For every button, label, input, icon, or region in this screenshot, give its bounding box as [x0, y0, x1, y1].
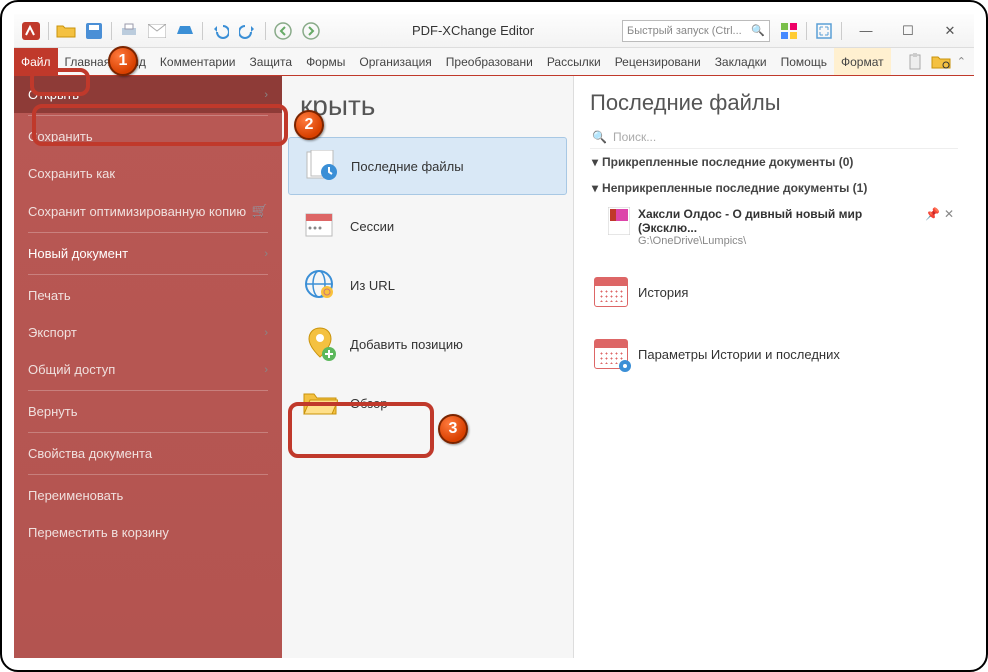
recent-file-name: Хаксли Олдос - О дивный новый мир (Экскл…	[638, 207, 917, 235]
cart-icon: 🛒	[252, 203, 268, 219]
file-menu-revert[interactable]: Вернуть	[14, 393, 282, 430]
print-icon[interactable]	[116, 18, 142, 44]
fullscreen-icon[interactable]	[811, 18, 837, 44]
file-menu-recycle[interactable]: Переместить в корзину	[14, 514, 282, 551]
add-place-icon	[302, 326, 338, 362]
title-bar: PDF-XChange Editor Быстрый запуск (Ctrl.…	[14, 14, 974, 48]
file-menu-sidebar: Открыть› Сохранить Сохранить как Сохрани…	[14, 76, 282, 658]
annotation-marker-2: 2	[294, 110, 324, 140]
open-panel: крыть Последние файлы Сессии Из URL Доба…	[282, 76, 574, 658]
forward-icon[interactable]	[298, 18, 324, 44]
collapse-ribbon-icon[interactable]: ⌃	[957, 55, 966, 68]
tab-bookmarks[interactable]: Закладки	[708, 48, 774, 75]
redo-icon[interactable]	[235, 18, 261, 44]
history-action[interactable]: История	[590, 269, 958, 315]
remove-icon[interactable]: ✕	[944, 207, 954, 221]
open-folder-icon[interactable]	[53, 18, 79, 44]
tab-comments[interactable]: Комментарии	[153, 48, 243, 75]
open-recent-files[interactable]: Последние файлы	[288, 137, 567, 195]
tab-mailings[interactable]: Рассылки	[540, 48, 608, 75]
open-recent-label: Последние файлы	[351, 159, 464, 174]
open-sessions-label: Сессии	[350, 219, 394, 234]
recent-file-path: G:\OneDrive\Lumpics\	[638, 235, 917, 247]
sessions-icon	[302, 208, 338, 244]
file-menu-new-doc[interactable]: Новый документ›	[14, 235, 282, 272]
scan-icon[interactable]	[172, 18, 198, 44]
chevron-right-icon: ›	[264, 89, 268, 101]
window-title: PDF-XChange Editor	[324, 23, 622, 38]
history-calendar-icon	[594, 277, 628, 307]
search-placeholder: Быстрый запуск (Ctrl...	[627, 25, 742, 37]
maximize-button[interactable]: ☐	[888, 18, 928, 44]
tab-organize[interactable]: Организация	[352, 48, 438, 75]
tab-file[interactable]: Файл	[14, 48, 58, 75]
unpinned-group[interactable]: ▾Неприкрепленные последние документы (1)	[590, 175, 958, 201]
ui-options-icon[interactable]	[776, 18, 802, 44]
file-menu-open[interactable]: Открыть›	[14, 76, 282, 113]
close-button[interactable]: ✕	[930, 18, 970, 44]
chevron-right-icon: ›	[264, 248, 268, 260]
open-add-place[interactable]: Добавить позицию	[288, 316, 567, 372]
pin-icon[interactable]: 📌	[925, 207, 940, 221]
file-menu-save[interactable]: Сохранить	[14, 118, 282, 155]
open-panel-title: крыть	[282, 76, 573, 134]
open-add-place-label: Добавить позицию	[350, 337, 463, 352]
file-menu-save-as[interactable]: Сохранить как	[14, 155, 282, 192]
find-folder-icon[interactable]	[931, 54, 951, 70]
quick-launch-search[interactable]: Быстрый запуск (Ctrl... 🔍	[622, 20, 770, 42]
clipboard-icon[interactable]	[907, 53, 925, 71]
book-thumb-icon	[608, 207, 630, 235]
email-icon[interactable]	[144, 18, 170, 44]
tab-review[interactable]: Рецензировани	[608, 48, 708, 75]
recent-search[interactable]: 🔍Поиск...	[590, 126, 958, 149]
back-icon[interactable]	[270, 18, 296, 44]
file-menu-props[interactable]: Свойства документа	[14, 435, 282, 472]
app-icon	[18, 18, 44, 44]
globe-icon	[302, 267, 338, 303]
history-params-icon	[594, 339, 628, 369]
undo-icon[interactable]	[207, 18, 233, 44]
open-sessions[interactable]: Сессии	[288, 198, 567, 254]
open-url-label: Из URL	[350, 278, 395, 293]
file-menu-rename[interactable]: Переименовать	[14, 477, 282, 514]
recent-files-icon	[303, 148, 339, 184]
open-browse[interactable]: Обзор	[288, 375, 567, 431]
pinned-group[interactable]: ▾Прикрепленные последние документы (0)	[590, 149, 958, 175]
minimize-button[interactable]: —	[846, 18, 886, 44]
browse-folder-icon	[302, 385, 338, 421]
collapse-icon: ▾	[592, 155, 598, 169]
file-menu-export[interactable]: Экспорт›	[14, 314, 282, 351]
ribbon-tabs: Файл Главная Вид Комментарии Защита Форм…	[14, 48, 974, 76]
collapse-icon: ▾	[592, 181, 598, 195]
tab-convert[interactable]: Преобразовани	[439, 48, 540, 75]
recent-files-panel: Последние файлы 🔍Поиск... ▾Прикрепленные…	[574, 76, 974, 658]
annotation-marker-1: 1	[108, 46, 138, 76]
tab-help[interactable]: Помощь	[774, 48, 834, 75]
history-params-action[interactable]: Параметры Истории и последних	[590, 331, 958, 377]
recent-title: Последние файлы	[590, 90, 958, 116]
chevron-right-icon: ›	[264, 327, 268, 339]
recent-file-item[interactable]: Хаксли Олдос - О дивный новый мир (Экскл…	[590, 201, 958, 253]
search-icon: 🔍	[751, 24, 765, 37]
chevron-right-icon: ›	[264, 364, 268, 376]
tab-protect[interactable]: Защита	[243, 48, 300, 75]
search-icon: 🔍	[592, 130, 607, 144]
file-menu-share[interactable]: Общий доступ›	[14, 351, 282, 388]
open-from-url[interactable]: Из URL	[288, 257, 567, 313]
file-menu-save-optimized[interactable]: Сохранит оптимизированную копию🛒	[14, 192, 282, 230]
file-menu-print[interactable]: Печать	[14, 277, 282, 314]
annotation-marker-3: 3	[438, 414, 468, 444]
save-icon[interactable]	[81, 18, 107, 44]
open-browse-label: Обзор	[350, 396, 388, 411]
tab-format[interactable]: Формат	[834, 48, 891, 75]
tab-forms[interactable]: Формы	[299, 48, 352, 75]
